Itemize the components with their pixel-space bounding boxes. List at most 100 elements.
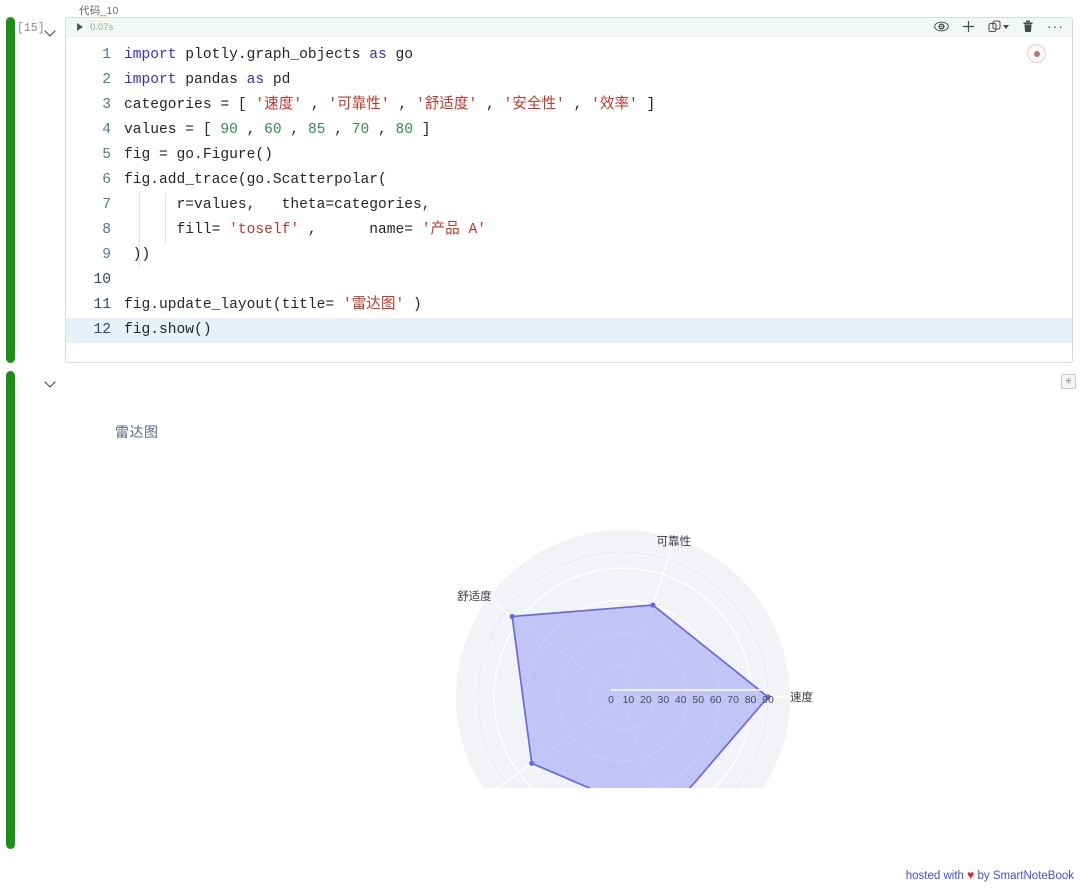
code-token: 60 [264,122,282,138]
radial-tick-label: 30 [657,694,669,706]
code-token: , [302,97,329,113]
radial-tick-label: 70 [727,694,739,706]
heart-icon: ♥ [967,868,975,882]
cell-label: 代码_10 [79,5,119,17]
line-number: 3 [102,97,111,113]
code-token: 90 [220,122,238,138]
notebook-page: 代码_10 [15] 0.07s ··· 1 import plotly.gra… [0,0,1080,888]
code-token: fig.show() [124,322,212,338]
plus-icon[interactable] [962,20,975,33]
code-line[interactable]: 12 fig.show() [66,318,1072,343]
code-token: , [369,122,396,138]
eye-icon[interactable] [934,21,949,32]
indent-guide [139,218,140,243]
code-token: fig.update_layout(title= [124,297,343,313]
code-token: import [124,47,177,63]
radial-tick-label: 90 [762,694,774,706]
code-token: 'toself' [229,222,300,238]
line-number: 8 [102,222,111,238]
code-line[interactable]: 6 fig.add_trace(go.Scatterpolar( [66,168,1072,193]
code-token: , [325,122,352,138]
code-token: 80 [395,122,414,138]
code-token: '可靠性' [328,97,390,113]
collapse-code-chevron-down-icon[interactable] [44,24,58,38]
line-number: 1 [102,47,111,63]
line-number: 7 [102,197,111,213]
code-editor[interactable]: 1 import plotly.graph_objects as go 2 impor… [66,37,1072,343]
code-token: import [124,72,177,88]
radar-point[interactable] [529,760,535,766]
indent-guide [139,243,140,268]
code-token: , [389,97,416,113]
code-token: ] [413,122,431,138]
more-icon[interactable]: ··· [1047,19,1064,33]
indent-guide [165,218,166,243]
execution-count: [15] [17,22,45,35]
code-line[interactable]: 8 fill= 'toself' , name= '产品 A' [66,218,1072,243]
line-number: 9 [102,247,111,263]
code-token: values = [ [124,122,221,138]
radar-point[interactable] [650,602,656,608]
expand-output-icon[interactable]: ✳ [1061,374,1076,389]
code-token: , [564,97,592,113]
radar-chart-svg: 0102030405060708090速度可靠性舒适度安全性效率 [456,530,813,864]
line-number: 10 [93,272,111,288]
copy-icon[interactable] [988,20,1009,33]
line-number: 6 [102,172,111,188]
footer-suffix: by SmartNoteBook [977,870,1074,882]
chevron-down-icon[interactable] [1003,24,1009,29]
code-line[interactable]: 10 [66,268,1072,293]
code-token: go [386,47,414,63]
code-line[interactable]: 4 values = [ 90 , 60 , 85 , 70 , 80 ] [66,118,1072,143]
radial-tick-label: 0 [608,694,614,706]
output-cell: ✳ 雷达图 0102030405060708090速度可靠性舒适度安全性效率 [40,368,1080,864]
run-cell-play-icon[interactable] [77,23,83,31]
code-line[interactable]: 11 fig.update_layout(title= '雷达图' ) [66,293,1072,318]
code-token: , [237,122,265,138]
code-token: categories = [ [124,97,256,113]
code-line[interactable]: 1 import plotly.graph_objects as go [66,43,1072,68]
code-token: '雷达图' [342,297,405,313]
cell-tools: ··· [934,19,1064,33]
code-line[interactable]: 7 r=values, theta=categories, [66,193,1072,218]
radial-tick-label: 60 [710,694,722,706]
code-token: '速度' [255,97,303,113]
code-token: fig.add_trace(go.Scatterpolar( [124,172,387,188]
code-token: r=values, theta=categories, [124,197,431,213]
code-token: ) [404,297,422,313]
line-number: 12 [93,322,111,338]
code-token: '效率' [591,97,638,113]
trash-icon[interactable] [1022,20,1034,33]
chart-title: 雷达图 [115,424,159,440]
code-token: '产品 A' [421,222,486,238]
code-token: )) [124,247,151,263]
code-cell-run-indicator [6,17,15,363]
code-token: '舒适度' [415,97,478,113]
line-number: 2 [102,72,111,88]
radial-tick-label: 20 [640,694,652,706]
code-token: as [369,47,387,63]
code-token: plotly.graph_objects [176,47,370,63]
radial-tick-label: 40 [675,694,687,706]
code-token: ] [637,97,656,113]
code-line[interactable]: 5 fig = go.Figure() [66,143,1072,168]
code-token: fig = go.Figure() [124,147,273,163]
indent-guide [165,193,166,218]
code-token: pandas [176,72,247,88]
code-line[interactable]: 9 )) [66,243,1072,268]
category-label: 速度 [790,690,813,704]
code-token: , [281,122,308,138]
radar-chart[interactable]: 0102030405060708090速度可靠性舒适度安全性效率 [40,448,1080,864]
code-line[interactable]: 2 import pandas as pd [66,68,1072,93]
code-token: 85 [307,122,326,138]
category-label: 舒适度 [457,589,492,603]
code-line[interactable]: 3 categories = [ '速度' , '可靠性' , '舒适度' , '… [66,93,1072,118]
footer-prefix: hosted with [905,870,964,882]
line-number: 5 [102,147,111,163]
code-token: as [246,72,265,88]
code-token: , [477,97,504,113]
indent-guide [139,193,140,218]
code-token: '安全性' [503,97,565,113]
code-cell: 0.07s ··· 1 import plotly.graph_objects … [65,17,1073,363]
radar-point[interactable] [509,613,515,620]
